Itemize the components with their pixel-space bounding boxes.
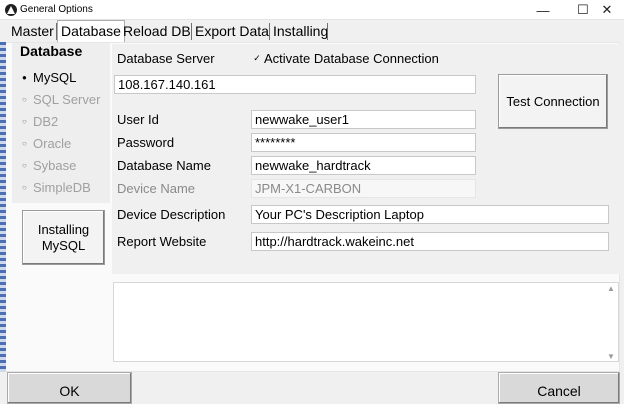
radio-label: SQL Server bbox=[33, 91, 101, 107]
cancel-button[interactable]: Cancel bbox=[498, 372, 620, 404]
password-label: Password bbox=[117, 135, 175, 150]
scroll-up-icon[interactable]: ▲ bbox=[607, 284, 615, 293]
tab-separator bbox=[327, 23, 328, 40]
radio-db2[interactable]: ○ DB2 bbox=[22, 112, 58, 130]
radio-sql-server[interactable]: ○ SQL Server bbox=[22, 90, 100, 108]
tab-master[interactable]: Master bbox=[8, 21, 57, 42]
radio-dot-icon: ○ bbox=[22, 182, 27, 192]
report-website-label: Report Website bbox=[117, 234, 207, 249]
device-description-field[interactable]: Your PC's Description Laptop bbox=[251, 205, 609, 224]
radio-label: DB2 bbox=[33, 113, 59, 129]
device-name-field: JPM-X1-CARBON bbox=[251, 179, 476, 198]
radio-simpledb[interactable]: ○ SimpleDB bbox=[22, 178, 91, 196]
radio-dot-icon: ○ bbox=[22, 138, 27, 148]
radio-label: Oracle bbox=[33, 135, 72, 151]
radio-mysql[interactable]: ● MySQL bbox=[22, 68, 76, 86]
database-server-field[interactable]: 108.167.140.161 bbox=[114, 75, 476, 94]
app-icon bbox=[5, 4, 17, 16]
activate-connection-checkbox[interactable]: ✓ bbox=[252, 53, 262, 63]
report-website-field[interactable]: http://hardtrack.wakeinc.net bbox=[251, 232, 609, 251]
radio-oracle[interactable]: ○ Oracle bbox=[22, 134, 71, 152]
test-connection-button[interactable]: Test Connection bbox=[498, 74, 608, 129]
memo-scrollbar[interactable] bbox=[606, 283, 618, 361]
database-group-title: Database bbox=[20, 43, 83, 59]
user-id-field[interactable]: newwake_user1 bbox=[251, 110, 476, 129]
radio-label: MySQL bbox=[33, 69, 77, 85]
memo-textarea[interactable] bbox=[113, 282, 619, 362]
device-description-label: Device Description bbox=[117, 207, 226, 222]
tab-reload-db[interactable]: Reload DB bbox=[120, 21, 194, 42]
password-field[interactable]: ******** bbox=[251, 133, 476, 152]
minimize-button[interactable]: — bbox=[523, 0, 563, 20]
tab-export-data[interactable]: Export Data bbox=[192, 21, 272, 42]
ok-button[interactable]: OK bbox=[7, 372, 132, 404]
activate-connection-label: Activate Database Connection bbox=[264, 51, 439, 66]
database-name-label: Database Name bbox=[117, 158, 211, 173]
tab-installing[interactable]: Installing bbox=[270, 21, 331, 42]
radio-dot-icon: ○ bbox=[22, 116, 27, 126]
user-id-label: User Id bbox=[117, 112, 159, 127]
window-title: General Options bbox=[20, 4, 93, 15]
database-name-field[interactable]: newwake_hardtrack bbox=[251, 156, 476, 175]
radio-label: SimpleDB bbox=[33, 179, 91, 195]
radio-label: Sybase bbox=[33, 157, 77, 173]
database-server-label: Database Server bbox=[117, 51, 215, 66]
tab-database[interactable]: Database bbox=[57, 20, 125, 43]
background-window-edge bbox=[0, 42, 6, 372]
device-name-label: Device Name bbox=[117, 181, 196, 196]
radio-dot-icon: ● bbox=[22, 72, 27, 82]
installing-mysql-button[interactable]: Installing MySQL bbox=[22, 210, 105, 265]
radio-sybase[interactable]: ○ Sybase bbox=[22, 156, 76, 174]
close-button[interactable]: ✕ bbox=[590, 0, 624, 20]
radio-dot-icon: ○ bbox=[22, 160, 27, 170]
scroll-down-icon[interactable]: ▼ bbox=[607, 352, 615, 361]
radio-dot-icon: ○ bbox=[22, 94, 27, 104]
